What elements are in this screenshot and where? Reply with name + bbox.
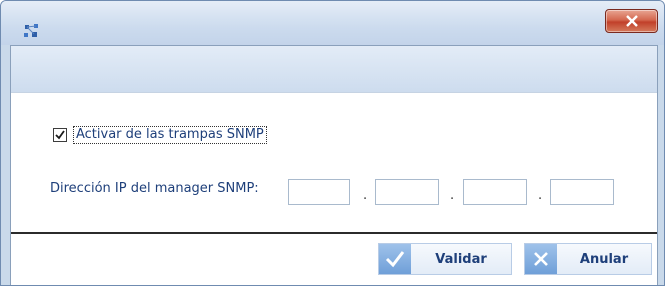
checkmark-icon [379,244,411,274]
ip-separator-2: . [450,188,455,203]
validate-button[interactable]: Validar [378,243,512,275]
cancel-button[interactable]: Anular [524,243,652,275]
dialog-footer: Validar Anular [11,234,657,285]
dialog-window: Activar de las trampas SNMP Dirección IP… [0,0,665,286]
ip-address-label: Dirección IP del manager SNMP: [50,181,259,196]
x-icon [525,244,557,274]
ip-octet-2-input[interactable] [375,179,439,205]
title-bar [1,1,664,45]
snmp-trap-toggle[interactable]: Activar de las trampas SNMP [53,125,267,145]
close-button[interactable] [605,9,658,33]
validate-button-label: Validar [435,251,487,267]
dialog-body: Activar de las trampas SNMP Dirección IP… [10,45,658,285]
header-band [11,46,657,93]
ip-octet-4-input[interactable] [550,179,614,205]
ip-separator-1: . [363,188,368,203]
trap-checkbox[interactable] [53,128,67,142]
snmp-network-icon [24,23,40,37]
close-icon [625,12,639,31]
trap-checkbox-label[interactable]: Activar de las trampas SNMP [73,126,267,144]
ip-octet-3-input[interactable] [463,179,527,205]
ip-octet-1-input[interactable] [288,179,350,205]
ip-separator-3: . [538,188,543,203]
cancel-button-label: Anular [579,251,629,267]
